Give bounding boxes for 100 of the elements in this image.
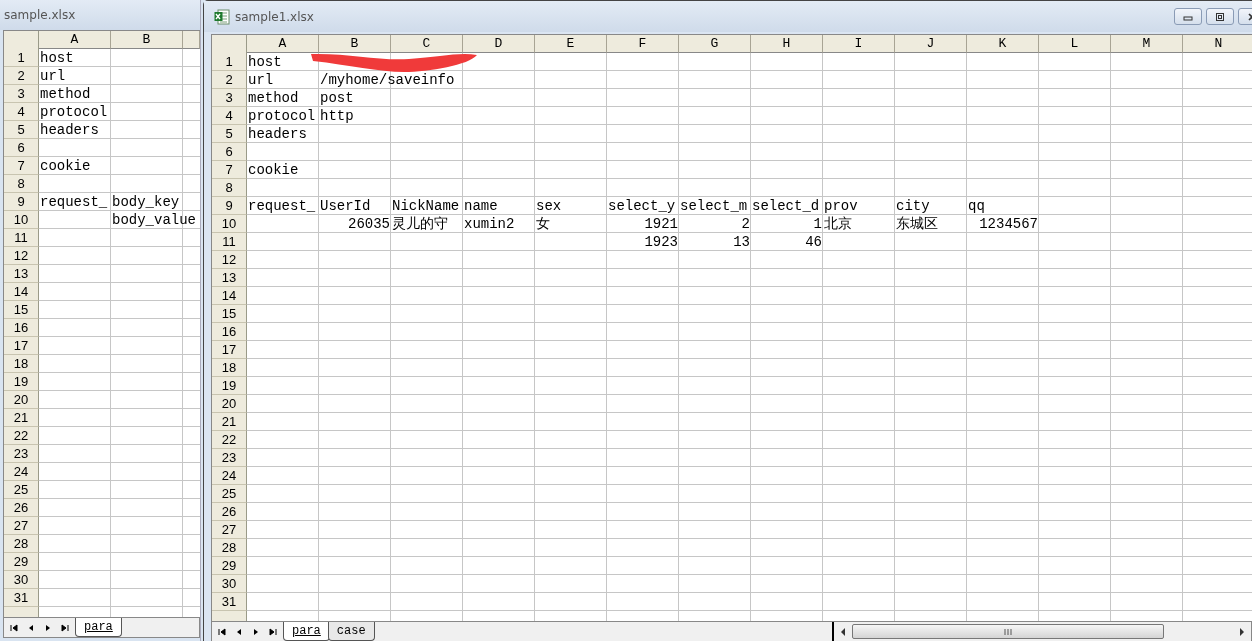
next-sheet-icon[interactable] [252,627,260,636]
row-header[interactable]: 14 [4,283,39,301]
row-header[interactable]: 20 [4,391,39,409]
row-header[interactable]: 31 [212,593,247,611]
cell-text: cookie [40,157,91,174]
column-header[interactable]: B [111,31,183,49]
row-header[interactable]: 28 [212,539,247,557]
row-header[interactable]: 22 [212,431,247,449]
row-header[interactable]: 21 [4,409,39,427]
scroll-left-icon[interactable] [840,627,846,636]
row-header[interactable]: 10 [212,215,247,233]
column-header[interactable]: M [1111,35,1183,53]
first-sheet-icon[interactable] [10,623,18,632]
row-header[interactable]: 19 [4,373,39,391]
row-header[interactable]: 6 [4,139,39,157]
row-header[interactable]: 10 [4,211,39,229]
row-header[interactable]: 5 [4,121,39,139]
row-header[interactable]: 6 [212,143,247,161]
column-header[interactable]: C [391,35,463,53]
row-header[interactable]: 9 [4,193,39,211]
row-header[interactable]: 13 [4,265,39,283]
next-sheet-icon[interactable] [44,623,52,632]
column-header[interactable]: H [751,35,823,53]
row-header[interactable]: 17 [212,341,247,359]
column-header[interactable]: A [39,31,111,49]
row-header[interactable]: 30 [4,571,39,589]
row-header[interactable]: 30 [212,575,247,593]
row-header[interactable]: 7 [212,161,247,179]
cell-text: select_d [752,197,820,214]
scroll-right-icon[interactable] [1239,627,1245,636]
column-header[interactable] [183,31,200,49]
row-header[interactable]: 15 [212,305,247,323]
row-header[interactable]: 9 [212,197,247,215]
previous-sheet-icon[interactable] [27,623,35,632]
row-header[interactable]: 11 [4,229,39,247]
column-header[interactable]: J [895,35,967,53]
row-header[interactable]: 27 [212,521,247,539]
row-header[interactable]: 22 [4,427,39,445]
row-header[interactable]: 4 [4,103,39,121]
row-header[interactable]: 2 [4,67,39,85]
row-header[interactable]: 20 [212,395,247,413]
column-header[interactable]: B [319,35,391,53]
row-header[interactable]: 8 [4,175,39,193]
row-header[interactable]: 14 [212,287,247,305]
row-header[interactable]: 2 [212,71,247,89]
row-header[interactable]: 12 [4,247,39,265]
sheet-tab[interactable]: para [75,618,122,637]
row-header[interactable]: 8 [212,179,247,197]
row-header[interactable]: 19 [212,377,247,395]
column-header[interactable]: L [1039,35,1111,53]
row-header[interactable]: 1 [4,49,39,67]
cell-text: body_value [112,211,196,228]
row-header[interactable]: 1 [212,53,247,71]
row-header[interactable]: 24 [4,463,39,481]
row-header[interactable]: 12 [212,251,247,269]
row-header[interactable]: 16 [212,323,247,341]
row-header[interactable]: 29 [212,557,247,575]
maximize-button[interactable] [1206,8,1234,25]
row-header[interactable]: 26 [4,499,39,517]
row-header[interactable]: 28 [4,535,39,553]
row-header[interactable]: 7 [4,157,39,175]
last-sheet-icon[interactable] [61,623,69,632]
row-header[interactable]: 18 [212,359,247,377]
row-header[interactable]: 23 [212,449,247,467]
row-header[interactable]: 27 [4,517,39,535]
column-header[interactable]: N [1183,35,1252,53]
column-header[interactable]: I [823,35,895,53]
row-header[interactable]: 31 [4,589,39,607]
row-header[interactable]: 3 [4,85,39,103]
column-header[interactable]: D [463,35,535,53]
row-header[interactable]: 15 [4,301,39,319]
sheet-tab[interactable]: para [283,622,330,641]
previous-sheet-icon[interactable] [235,627,243,636]
row-header[interactable]: 11 [212,233,247,251]
cell-text: select_m [680,197,748,214]
row-header[interactable]: 24 [212,467,247,485]
row-header[interactable]: 16 [4,319,39,337]
sheet-tab[interactable]: case [327,622,375,641]
row-header[interactable]: 29 [4,553,39,571]
row-header[interactable]: 23 [4,445,39,463]
column-header[interactable]: G [679,35,751,53]
column-header[interactable]: A [247,35,319,53]
row-header[interactable]: 26 [212,503,247,521]
scrollbar-thumb[interactable] [852,624,1164,639]
row-header[interactable]: 3 [212,89,247,107]
row-header[interactable]: 4 [212,107,247,125]
last-sheet-icon[interactable] [269,627,277,636]
row-header[interactable]: 25 [4,481,39,499]
cell-text: 1 [813,215,822,232]
row-header[interactable]: 21 [212,413,247,431]
row-header[interactable]: 17 [4,337,39,355]
row-header[interactable]: 18 [4,355,39,373]
column-header[interactable]: K [967,35,1039,53]
column-header[interactable]: E [535,35,607,53]
cell-text: 灵儿的守 [392,215,448,232]
row-header[interactable]: 13 [212,269,247,287]
row-header[interactable]: 5 [212,125,247,143]
row-header[interactable]: 25 [212,485,247,503]
column-header[interactable]: F [607,35,679,53]
first-sheet-icon[interactable] [218,627,226,636]
